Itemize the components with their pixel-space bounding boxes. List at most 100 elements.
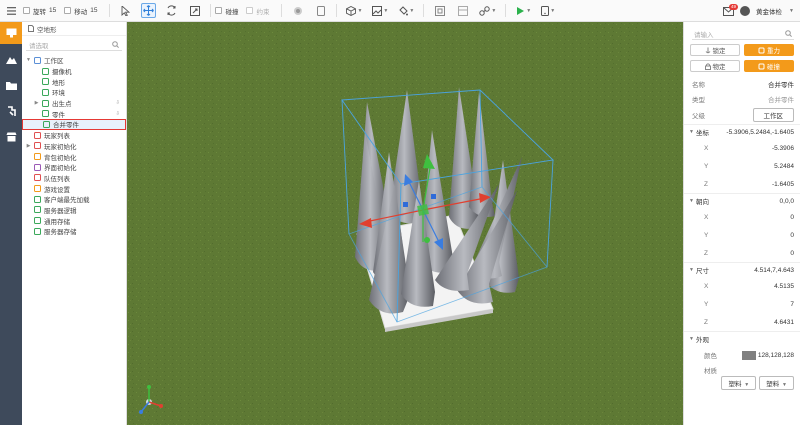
tree-item[interactable]: 通用存储 <box>22 215 126 226</box>
player-list-icon <box>34 131 41 139</box>
scale-tool-button[interactable] <box>187 3 202 18</box>
tree-item[interactable]: 客户端最先加载 <box>22 194 126 205</box>
search-icon <box>112 41 119 48</box>
color-picker[interactable]: 128,128,128 <box>741 350 794 360</box>
link-dropdown[interactable]: ▼ <box>479 5 496 16</box>
rail-store-button[interactable] <box>0 126 22 148</box>
notifications-button[interactable]: 49 <box>723 3 739 16</box>
chevron-down-icon: ▼ <box>357 7 363 14</box>
rail-scene-button[interactable] <box>0 22 22 44</box>
rotation-section[interactable]: ▼ 朝向 0,0,0 <box>684 193 800 208</box>
rail-terrain-button[interactable] <box>0 48 22 70</box>
rotation-x-input[interactable]: 0 <box>790 214 794 221</box>
rotate-step-value[interactable]: 15 <box>49 7 56 14</box>
chevron-right-icon[interactable]: ▶ <box>34 100 39 106</box>
collision-button[interactable]: 碰撞 <box>744 60 794 72</box>
play-dropdown[interactable]: ▼ <box>515 6 531 16</box>
rail-script-button[interactable] <box>0 100 22 122</box>
rotation-z-input[interactable]: 0 <box>790 250 794 257</box>
scene-canvas[interactable] <box>127 22 683 425</box>
tree-item[interactable]: 队伍列表 <box>22 173 126 184</box>
tree-item[interactable]: 服务器逻辑 <box>22 205 126 216</box>
download-icon[interactable]: ⇩ <box>115 100 120 106</box>
collision-checkbox[interactable] <box>215 7 223 14</box>
axis-y-label: Y <box>704 231 709 239</box>
toolbar-divider <box>336 4 338 17</box>
size-x-input[interactable]: 4.5135 <box>774 283 794 290</box>
toolbar-divider <box>109 4 111 17</box>
tree-item[interactable]: 界面初始化 <box>22 162 126 173</box>
group-button[interactable] <box>290 3 305 18</box>
constraint-checkbox[interactable] <box>246 7 254 14</box>
tree-item[interactable]: ▶ 玩家初始化 <box>22 141 126 152</box>
tree-item[interactable]: 合并零件 <box>22 119 126 130</box>
move-tool-button[interactable] <box>141 3 157 18</box>
explorer-tab[interactable]: 空地形 <box>22 22 126 36</box>
color-value[interactable]: 128,128,128 <box>758 352 794 359</box>
appearance-section[interactable]: ▼ 外观 <box>684 331 800 346</box>
frame-button[interactable] <box>432 3 447 18</box>
insert-image-dropdown[interactable]: ▼ <box>372 5 388 16</box>
tree-item[interactable]: 服务器存储 <box>22 226 126 237</box>
device-dropdown[interactable]: ▼ <box>541 5 555 16</box>
chevron-down-icon: ▼ <box>689 129 694 135</box>
tree-item[interactable]: 游戏设置 <box>22 183 126 194</box>
material-label: 材质 <box>704 368 717 375</box>
tree-item[interactable]: 零件 ⇩ <box>22 108 126 119</box>
lock-button[interactable]: 锁定 <box>690 44 740 56</box>
insert-part-dropdown[interactable]: ▼ <box>346 5 363 16</box>
select-tool-button[interactable] <box>118 3 133 18</box>
material-select-1[interactable]: 塑料 ▼ <box>721 376 757 390</box>
tree-item-label: 合并零件 <box>53 122 79 130</box>
position-x-input[interactable]: -5.3906 <box>772 145 794 152</box>
script-icon <box>7 105 16 116</box>
chevron-down-icon: ▼ <box>689 198 694 204</box>
explorer-tree: ▼ 工作区 摄像机 地形 环境 ▶ 出生点 ⇩ 零件 ⇩ 合并零件 玩家列表 ▶ 玩家初始化 背包初始化 界面… <box>22 55 126 237</box>
menu-icon[interactable] <box>4 3 19 18</box>
material-select-2[interactable]: 塑料 ▼ <box>759 376 794 390</box>
tree-item[interactable]: ▶ 出生点 ⇩ <box>22 98 126 109</box>
tree-item[interactable]: 地形 <box>22 76 126 87</box>
size-section[interactable]: ▼ 尺寸 4.514,7,4.643 <box>684 262 800 277</box>
rotate-tool-button[interactable] <box>164 3 179 18</box>
tree-item[interactable]: 环境 <box>22 87 126 98</box>
prop-parent-button[interactable]: 工作区 <box>752 108 794 122</box>
chevron-down-icon[interactable]: ▼ <box>789 8 794 14</box>
move-step-value[interactable]: 15 <box>90 7 97 14</box>
chevron-down-icon[interactable]: ▼ <box>26 57 31 63</box>
user-name[interactable]: 黄金体检 <box>756 6 782 16</box>
color-swatch[interactable] <box>741 350 756 360</box>
rotation-y-input[interactable]: 0 <box>790 232 794 239</box>
anchor-button[interactable]: 物定 <box>690 60 740 72</box>
rotation-z-row: Z0 <box>684 244 800 262</box>
toolbar-divider <box>423 4 425 17</box>
tree-item[interactable]: 摄像机 <box>22 66 126 77</box>
explorer-search[interactable]: 请选取 <box>26 39 122 51</box>
position-section[interactable]: ▼ 坐标 -5.3906,5.2484,-1.6405 <box>684 124 800 139</box>
scene-viewport[interactable] <box>127 22 683 425</box>
move-step-checkbox[interactable] <box>64 7 72 14</box>
chevron-down-icon: ▼ <box>744 382 750 388</box>
position-y-input[interactable]: 5.2484 <box>774 163 794 170</box>
avatar[interactable] <box>740 6 751 16</box>
position-z-input[interactable]: -1.6405 <box>772 181 794 188</box>
explorer-search-input[interactable]: 请选取 <box>29 40 49 50</box>
ungroup-button[interactable] <box>313 3 328 18</box>
gravity-button[interactable]: 重力 <box>744 44 794 56</box>
tree-item[interactable]: 背包初始化 <box>22 151 126 162</box>
chevron-right-icon[interactable]: ▶ <box>26 143 31 149</box>
layout-button[interactable] <box>455 3 470 18</box>
rail-assets-button[interactable] <box>0 74 22 96</box>
size-y-input[interactable]: 7 <box>790 301 794 308</box>
tree-item[interactable]: 玩家列表 <box>22 130 126 141</box>
rotate-step-checkbox[interactable] <box>23 7 30 14</box>
tree-item-label: 客户端最先加载 <box>44 197 90 205</box>
paint-dropdown[interactable]: ▼ <box>398 5 414 16</box>
server-logic-icon <box>34 206 41 214</box>
properties-search[interactable]: 请输入 <box>692 28 794 40</box>
size-z-input[interactable]: 4.6431 <box>774 319 794 326</box>
tree-item[interactable]: ▼ 工作区 <box>22 55 126 66</box>
download-icon[interactable]: ⇩ <box>115 111 120 117</box>
properties-search-input[interactable]: 请输入 <box>694 29 714 39</box>
prop-name-value[interactable]: 合并零件 <box>768 79 794 89</box>
